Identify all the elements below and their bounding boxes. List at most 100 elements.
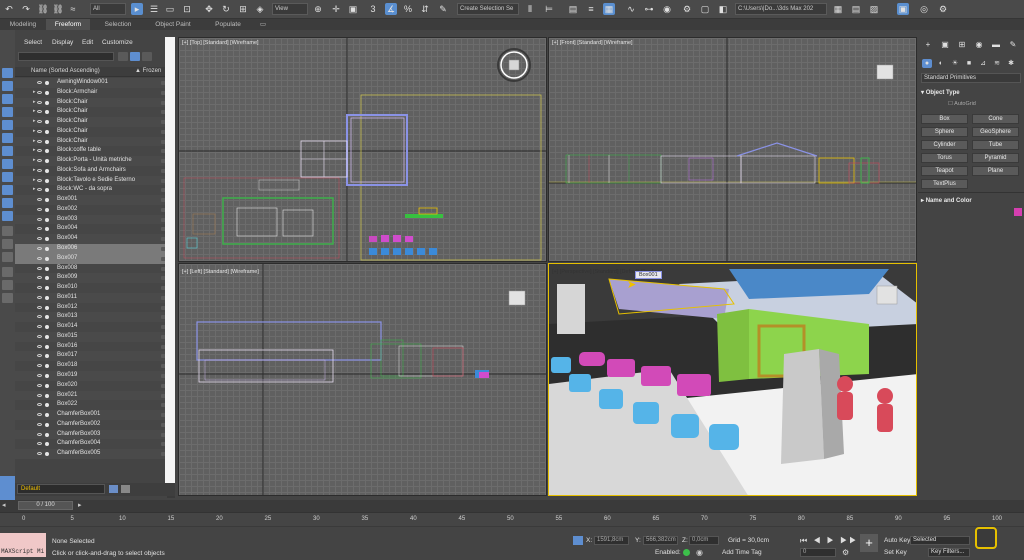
- render-dot-icon[interactable]: [45, 305, 49, 310]
- expand-arrow-icon[interactable]: ▸: [33, 107, 36, 117]
- box-button[interactable]: Box: [921, 114, 968, 124]
- helpers-category-icon[interactable]: ⊿: [978, 59, 988, 68]
- list-item[interactable]: ▸ Block:WC - da sopra: [15, 185, 175, 196]
- visibility-eye-icon[interactable]: [37, 422, 42, 426]
- key-selection-dropdown[interactable]: Selected: [910, 536, 970, 545]
- create-selection-set-dropdown[interactable]: Create Selection Se: [457, 3, 519, 15]
- list-item[interactable]: Box014: [15, 322, 175, 332]
- visibility-eye-icon[interactable]: [37, 188, 42, 192]
- render-dot-icon[interactable]: [45, 129, 49, 134]
- render-dot-icon[interactable]: [45, 422, 49, 427]
- expand-arrow-icon[interactable]: ▸: [33, 137, 36, 147]
- spacewarp-filter-icon[interactable]: [2, 133, 13, 143]
- display-tab-icon[interactable]: ▬: [991, 40, 1001, 50]
- render-dot-icon[interactable]: [45, 393, 49, 398]
- list-item[interactable]: ▸ Block:Tavolo e Sedie Esterno: [15, 175, 175, 186]
- list-item[interactable]: Box020: [15, 380, 175, 391]
- list-item[interactable]: ▸ Block:Chair: [15, 136, 175, 147]
- display-all-icon[interactable]: [2, 226, 13, 236]
- current-frame-field[interactable]: 0: [800, 548, 836, 557]
- render-dot-icon[interactable]: [45, 90, 49, 95]
- select-by-name-icon[interactable]: ☰: [148, 3, 160, 15]
- move-icon[interactable]: ✥: [203, 3, 215, 15]
- render-icon[interactable]: ◎: [918, 3, 930, 15]
- name-and-color-rollout[interactable]: ▸ Name and Color: [921, 196, 1021, 206]
- viewport-perspective[interactable]: [+] [Perspective] [Standard] [Default Sh…: [548, 263, 917, 496]
- render-dot-icon[interactable]: [45, 178, 49, 183]
- render-dot-icon[interactable]: [45, 159, 49, 164]
- explorer-search-input[interactable]: [18, 52, 114, 61]
- viewport-top[interactable]: [+] [Top] [Standard] [Wireframe]: [178, 37, 547, 262]
- list-item[interactable]: ▸ Block:Sofa and Armchairs: [15, 165, 175, 176]
- object-color-swatch[interactable]: [1014, 208, 1022, 216]
- explorer-sort-icon[interactable]: [121, 485, 130, 493]
- modify-tab-icon[interactable]: ▣: [940, 40, 950, 50]
- key-mode-icon[interactable]: +: [860, 534, 878, 552]
- render-dot-icon[interactable]: [45, 334, 49, 339]
- render-dot-icon[interactable]: [45, 276, 49, 281]
- funnel-icon[interactable]: [2, 280, 13, 290]
- ribbon-toggle-icon[interactable]: ▦: [603, 3, 615, 15]
- list-item[interactable]: Box012: [15, 302, 175, 313]
- expand-arrow-icon[interactable]: ▸: [33, 166, 36, 176]
- render-dot-icon[interactable]: [45, 442, 49, 447]
- render-dot-icon[interactable]: [45, 237, 49, 242]
- visibility-eye-icon[interactable]: [37, 207, 42, 211]
- snap-icon[interactable]: ▨: [868, 3, 880, 15]
- geosphere-button[interactable]: GeoSphere: [972, 127, 1019, 137]
- curve-editor-icon[interactable]: ∿: [625, 3, 637, 15]
- pivot-center-icon[interactable]: ⊕: [312, 3, 324, 15]
- layer-dropdown[interactable]: Default: [17, 484, 105, 494]
- explorer-pin-icon[interactable]: [0, 476, 15, 500]
- utilities-tab-icon[interactable]: ✎: [1008, 40, 1018, 50]
- ribbon-options-icon[interactable]: ▭: [256, 19, 270, 30]
- list-item[interactable]: ▸ Block:Chair: [15, 97, 175, 108]
- workspace-icon[interactable]: ▣: [897, 3, 909, 15]
- tab-freeform[interactable]: Freeform: [46, 19, 90, 30]
- layer-explorer-icon[interactable]: [109, 485, 118, 493]
- render-dot-icon[interactable]: [45, 207, 49, 212]
- visibility-eye-icon[interactable]: [37, 403, 42, 407]
- visibility-eye-icon[interactable]: [37, 266, 42, 270]
- render-setup-icon[interactable]: ⚙: [681, 3, 693, 15]
- render-dot-icon[interactable]: [45, 120, 49, 125]
- settings-icon[interactable]: ⚙: [937, 3, 949, 15]
- visibility-eye-icon[interactable]: [37, 129, 42, 133]
- z-coordinate-field[interactable]: 0,0cm: [689, 536, 719, 545]
- scale-icon[interactable]: ⊞: [237, 3, 249, 15]
- expand-arrow-icon[interactable]: ▸: [33, 185, 36, 195]
- list-item[interactable]: Box001: [15, 195, 175, 205]
- script-icon[interactable]: ▤: [850, 3, 862, 15]
- visibility-eye-icon[interactable]: [37, 217, 42, 221]
- column-frozen[interactable]: ▲ Frozen: [135, 68, 161, 74]
- list-item[interactable]: ChamferBox002: [15, 419, 175, 430]
- visibility-eye-icon[interactable]: [37, 237, 42, 241]
- expand-arrow-icon[interactable]: ▸: [33, 98, 36, 108]
- teapot-button[interactable]: Teapot: [921, 166, 968, 176]
- visibility-eye-icon[interactable]: [37, 315, 42, 319]
- bone-filter-icon[interactable]: [2, 172, 13, 182]
- layer-explorer-icon[interactable]: ≡: [585, 3, 597, 15]
- list-item[interactable]: ▸ Block:Chair: [15, 117, 175, 127]
- render-dot-icon[interactable]: [45, 295, 49, 300]
- spinner-snap-icon[interactable]: ⇵: [419, 3, 431, 15]
- expand-arrow-icon[interactable]: ▸: [33, 127, 36, 137]
- explorer-filter-icon[interactable]: [130, 52, 140, 61]
- visibility-eye-icon[interactable]: [37, 247, 42, 251]
- textplus-button[interactable]: TextPlus: [921, 179, 968, 189]
- visibility-eye-icon[interactable]: [37, 120, 42, 124]
- invert-display-icon[interactable]: [2, 252, 13, 262]
- camera-filter-icon[interactable]: [2, 107, 13, 117]
- lock-selection-icon[interactable]: [573, 536, 583, 545]
- viewport-front[interactable]: [+] [Front] [Standard] [Wireframe]: [548, 37, 917, 262]
- render-dot-icon[interactable]: [45, 149, 49, 154]
- render-dot-icon[interactable]: [45, 315, 49, 320]
- visibility-eye-icon[interactable]: [37, 364, 42, 368]
- list-item[interactable]: Box008: [15, 263, 175, 274]
- visibility-eye-icon[interactable]: [37, 383, 42, 387]
- explorer-menu-display[interactable]: Display: [52, 39, 73, 49]
- frozen-filter-icon[interactable]: [2, 198, 13, 208]
- redo-icon[interactable]: ↷: [20, 3, 32, 15]
- snaps-toggle-icon[interactable]: 3: [367, 3, 379, 15]
- visibility-eye-icon[interactable]: [37, 276, 42, 280]
